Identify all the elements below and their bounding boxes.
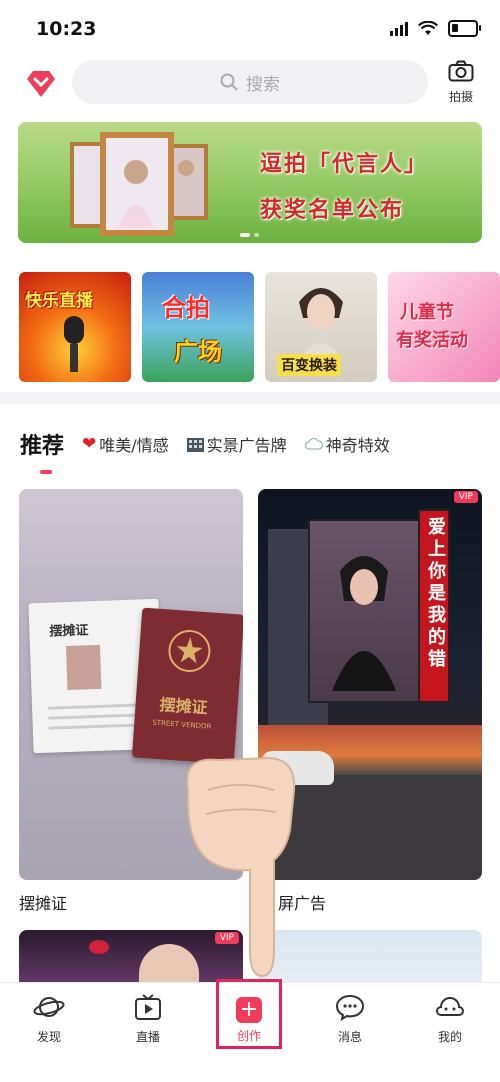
nav-create[interactable]: + 创作: [219, 989, 279, 1044]
chat-icon: [335, 994, 365, 1022]
photo-frames-image: [70, 132, 208, 236]
category-tabs: 推荐 ❤ 唯美/情感 实景广告牌 神奇特效: [20, 428, 390, 474]
billboard-photo-image: [308, 519, 422, 703]
camera-label: 拍摄: [448, 90, 473, 104]
tab-aesthetic[interactable]: ❤ 唯美/情感: [82, 432, 169, 456]
building-icon: [186, 438, 204, 452]
permit-document-title: 摆摊证: [49, 623, 89, 640]
tile-live-label: 快乐直播: [25, 291, 93, 311]
nav-profile[interactable]: 我的: [420, 993, 480, 1045]
battery-icon: [448, 20, 481, 37]
promo-banner[interactable]: 逗拍「代言人」 获奖名单公布: [18, 122, 482, 243]
permit-booklet-image: 摆摊证 STREET VENDOR: [131, 607, 243, 765]
permit-booklet-title: 摆摊证: [158, 695, 209, 718]
nav-discover[interactable]: 发现: [19, 993, 79, 1045]
nav-messages[interactable]: 消息: [320, 993, 380, 1045]
carousel-dots: [240, 233, 259, 237]
tile-childrens-day-label-1: 儿童节: [400, 302, 454, 323]
billboard-person-image: [332, 556, 396, 691]
vip-badge: VIP: [453, 491, 478, 503]
portrait-image: [299, 288, 343, 358]
camera-button[interactable]: 拍摄: [444, 60, 478, 105]
emblem-icon: [168, 630, 211, 673]
nav-profile-label: 我的: [437, 1030, 462, 1044]
tile-co-shoot[interactable]: 合拍 广场: [142, 272, 254, 382]
billboard-banner-text: 爱上你是我的错: [425, 517, 446, 671]
nav-live[interactable]: 直播: [118, 993, 178, 1045]
pointing-hand-image: [186, 756, 296, 978]
tab-billboard-label: 实景广告牌: [206, 436, 287, 455]
status-time: 10:23: [36, 18, 97, 40]
bottom-nav: 发现 直播 + 创作 消息 我的: [0, 979, 500, 1082]
billboard-banner: 爱上你是我的错: [418, 509, 450, 703]
status-icons: [390, 20, 481, 37]
tab-magic-effects[interactable]: 神奇特效: [304, 432, 390, 456]
tv-icon: [135, 994, 161, 1020]
tab-magic-effects-label: 神奇特效: [325, 436, 390, 455]
tile-live[interactable]: 快乐直播: [19, 272, 131, 382]
nav-live-label: 直播: [135, 1030, 160, 1044]
banner-title-line1: 逗拍「代言人」: [260, 152, 429, 177]
search-icon: [220, 73, 238, 91]
search-input[interactable]: 搜索: [246, 70, 280, 95]
cloud-icon: [304, 438, 323, 450]
wifi-icon: [418, 21, 438, 35]
plus-icon: +: [236, 997, 262, 1023]
nav-discover-label: 发现: [36, 1030, 61, 1044]
tile-childrens-day-label-2: 有奖活动: [396, 330, 468, 351]
tab-recommend[interactable]: 推荐: [20, 428, 64, 474]
banner-title-line2: 获奖名单公布: [260, 198, 405, 223]
tab-billboard[interactable]: 实景广告牌: [186, 432, 287, 456]
tile-childrens-day[interactable]: 儿童节 有奖活动: [388, 272, 500, 382]
planet-icon: [33, 997, 65, 1017]
search-bar[interactable]: 搜索: [72, 60, 428, 104]
signal-icon: [390, 21, 408, 36]
card-caption-stall-permit: 摆摊证: [19, 894, 68, 913]
tab-aesthetic-label: 唯美/情感: [99, 436, 169, 455]
tile-costume-label: 百变换装: [277, 354, 341, 376]
nav-create-label: 创作: [236, 1029, 261, 1043]
tile-co-shoot-label-1: 合拍: [162, 294, 210, 322]
permit-booklet-subtitle: STREET VENDOR: [152, 718, 212, 731]
face-icon: [436, 997, 464, 1016]
heart-icon: ❤: [82, 434, 97, 454]
microphone-icon: [64, 316, 84, 372]
tile-costume[interactable]: 百变换装: [265, 272, 377, 382]
tile-co-shoot-label-2: 广场: [174, 338, 222, 366]
camera-icon: [448, 60, 474, 82]
nav-messages-label: 消息: [337, 1030, 362, 1044]
section-divider: [0, 392, 500, 404]
app-logo-icon[interactable]: [24, 66, 58, 100]
